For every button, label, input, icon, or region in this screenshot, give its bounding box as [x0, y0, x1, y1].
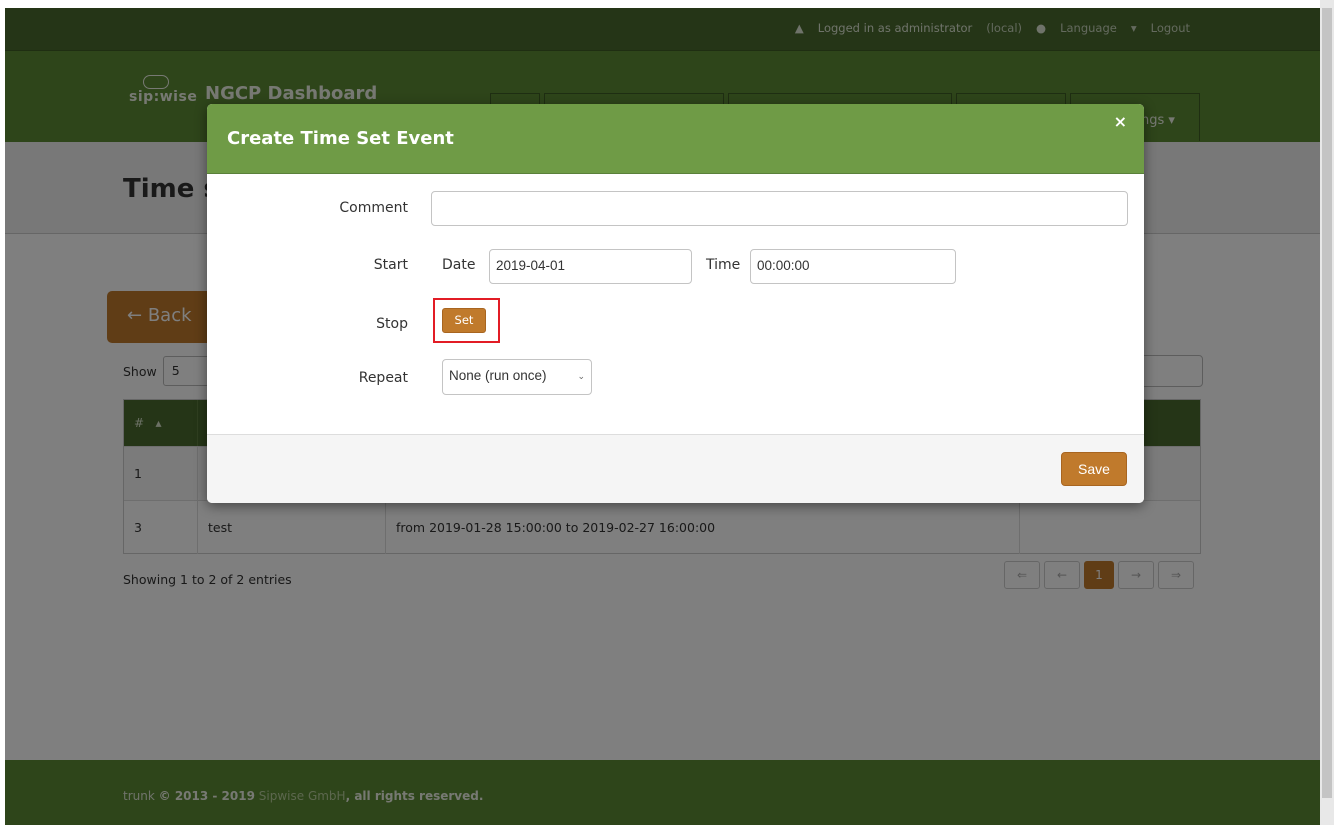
start-date-input[interactable]: 2019-04-01: [489, 249, 692, 284]
modal-header: Create Time Set Event ×: [207, 104, 1144, 174]
create-time-set-event-dialog: Create Time Set Event × Comment Start Da…: [207, 104, 1144, 503]
stop-set-button[interactable]: Set: [442, 308, 486, 333]
modal-footer: Save: [207, 434, 1144, 503]
modal-title: Create Time Set Event: [227, 128, 454, 149]
start-time-input[interactable]: 00:00:00: [750, 249, 956, 284]
comment-input[interactable]: [431, 191, 1128, 226]
start-label: Start: [373, 257, 408, 273]
repeat-select[interactable]: None (run once) ⌄: [442, 359, 592, 395]
save-button[interactable]: Save: [1061, 452, 1127, 486]
start-date-label: Date: [442, 257, 476, 273]
scrollbar-thumb[interactable]: [1322, 8, 1332, 798]
scrollbar[interactable]: [1320, 0, 1334, 825]
start-time-label: Time: [706, 257, 741, 273]
chevron-down-icon: ⌄: [577, 371, 585, 381]
repeat-label: Repeat: [358, 370, 408, 386]
repeat-select-value: None (run once): [449, 368, 547, 383]
close-icon[interactable]: ×: [1114, 112, 1127, 131]
comment-label: Comment: [339, 200, 408, 216]
stop-label: Stop: [376, 316, 408, 332]
